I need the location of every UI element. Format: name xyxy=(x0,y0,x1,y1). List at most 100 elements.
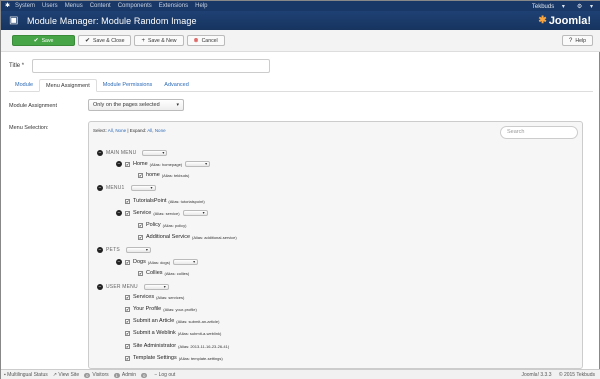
group-actions-dropdown[interactable] xyxy=(143,284,169,290)
checkbox[interactable]: ✔ xyxy=(125,343,130,349)
cube-icon: ▣ xyxy=(9,14,19,26)
title-row: Title * xyxy=(9,59,271,73)
checkbox[interactable]: ✔ xyxy=(125,355,130,361)
view-site-link[interactable]: ↗ View Site xyxy=(53,372,79,378)
tree-item-services: ✔ Services (Alias: services) xyxy=(125,294,185,300)
save-new-button[interactable]: + Save & New xyxy=(134,35,184,46)
menu-users[interactable]: Users xyxy=(42,3,58,9)
tab-module-permissions[interactable]: Module Permissions xyxy=(97,79,159,92)
menu-selection-label: Menu Selection: xyxy=(9,125,49,131)
toolbar: ✔ Save ✔ Save & Close + Save & New ⊗ Cancel … xyxy=(1,30,600,52)
status-right: Joomla! 3.3.3 © 2015 Tekbuds xyxy=(515,372,595,378)
tree-item-home: − ✔ Home (Alias: homepage) xyxy=(116,161,211,167)
cancel-button[interactable]: ⊗ Cancel xyxy=(186,35,225,46)
collapse-icon[interactable]: − xyxy=(97,284,103,290)
module-assignment-select[interactable]: Only on the pages selected ▾ xyxy=(88,99,184,111)
page-header: ▣ Module Manager: Module Random Image ✱ J… xyxy=(1,11,600,30)
chevron-down-icon: ▾ xyxy=(561,3,565,10)
tree-item-your-profile: ✔ Your Profile (Alias: your-profile) xyxy=(125,306,197,312)
menu-menus[interactable]: Menus xyxy=(65,3,83,9)
group-actions-dropdown[interactable] xyxy=(142,150,168,156)
select-expand-bar: Select: All, None | Expand: All, None xyxy=(93,128,166,133)
plus-icon: + xyxy=(141,37,145,44)
check-icon: ✔ xyxy=(33,38,39,44)
top-menu-bar: ✱ System Users Menus Content Components … xyxy=(1,1,600,11)
save-close-button[interactable]: ✔ Save & Close xyxy=(78,35,132,46)
checkbox[interactable]: ✔ xyxy=(138,234,143,240)
chevron-down-icon: ▾ xyxy=(589,3,593,10)
cancel-icon: ⊗ xyxy=(193,38,199,44)
admin-status: 1 Admin xyxy=(113,372,137,378)
messages-status[interactable]: 0 xyxy=(141,372,149,378)
joomla-logo-icon: ✱ xyxy=(538,15,547,26)
checkbox[interactable]: ✔ xyxy=(138,270,143,276)
item-actions-dropdown[interactable] xyxy=(173,259,199,265)
checkbox[interactable]: ✔ xyxy=(125,294,130,300)
chevron-down-icon: ▾ xyxy=(176,102,179,108)
page-title: Module Manager: Module Random Image xyxy=(27,15,197,26)
checkbox[interactable]: ✔ xyxy=(125,306,130,312)
collapse-icon[interactable]: − xyxy=(116,210,122,216)
tree-item-template-settings: ✔ Template Settings (Alias: template-set… xyxy=(125,355,223,361)
admin-badge: 1 xyxy=(113,372,120,378)
item-actions-dropdown[interactable] xyxy=(182,210,208,216)
checkbox[interactable]: ✔ xyxy=(125,161,130,167)
checkbox[interactable]: ✔ xyxy=(138,222,143,228)
expand-all-link[interactable]: All xyxy=(147,128,152,133)
search-input[interactable]: Search xyxy=(500,126,578,139)
title-input[interactable] xyxy=(32,59,271,73)
save-button[interactable]: ✔ Save xyxy=(12,35,75,46)
tree-item-home2: ✔ home (Alias: tekbuds) xyxy=(138,172,190,178)
tab-advanced[interactable]: Advanced xyxy=(158,79,194,92)
select-all-link[interactable]: All xyxy=(108,128,113,133)
checkbox[interactable]: ✔ xyxy=(125,210,130,216)
tab-module[interactable]: Module xyxy=(9,79,39,92)
joomla-icon[interactable]: ✱ xyxy=(4,3,11,10)
menu-selection-panel: Select: All, None | Expand: All, None Se… xyxy=(88,121,583,369)
status-bar: ▪ Multilingual Status ↗ View Site 0 Visit… xyxy=(1,369,600,379)
group-actions-dropdown[interactable] xyxy=(125,247,151,253)
messages-badge: 0 xyxy=(141,372,148,378)
tree-item-service: − ✔ Service (Alias: service) xyxy=(116,210,208,216)
checkbox[interactable]: ✔ xyxy=(125,198,130,204)
group-actions-dropdown[interactable] xyxy=(130,185,156,191)
tree-item-site-administrator: ✔ Site Administrator (Alias: 2013-11-16-… xyxy=(125,343,230,349)
title-label: Title * xyxy=(9,63,25,69)
checkbox[interactable]: ✔ xyxy=(125,330,130,336)
checkbox[interactable]: ✔ xyxy=(138,172,143,178)
checkbox[interactable]: ✔ xyxy=(125,259,130,265)
question-icon: ? xyxy=(568,37,573,44)
item-actions-dropdown[interactable] xyxy=(185,161,211,167)
module-assignment-label: Module Assignment xyxy=(9,103,57,109)
menu-system[interactable]: System xyxy=(15,3,35,9)
menu-content[interactable]: Content xyxy=(90,3,111,9)
tree-group-main-menu: − MAIN MENU xyxy=(97,150,168,156)
select-none-link[interactable]: None xyxy=(115,128,126,133)
tab-menu-assignment[interactable]: Menu Assignment xyxy=(39,79,97,92)
user-menu[interactable]: Tekbuds ▾ xyxy=(526,3,565,10)
checkbox[interactable]: ✔ xyxy=(125,318,130,324)
menu-components[interactable]: Components xyxy=(118,3,152,9)
menu-help[interactable]: Help xyxy=(195,3,207,9)
settings-menu[interactable]: ⚙ ▾ xyxy=(571,3,593,10)
version-text: Joomla! 3.3.3 xyxy=(521,372,552,378)
collapse-icon[interactable]: − xyxy=(97,150,103,156)
tree-group-menu1: − MENU1 xyxy=(97,185,156,191)
tree-item-additional-service: ✔ Additional Service (Alias: additional-… xyxy=(138,234,237,240)
tree-group-user-menu: − USER MENU xyxy=(97,284,169,290)
collapse-icon[interactable]: − xyxy=(116,161,122,167)
collapse-icon[interactable]: − xyxy=(97,247,103,253)
multilingual-status-link[interactable]: ▪ Multilingual Status xyxy=(4,372,48,378)
visitors-status: 0 Visitors xyxy=(84,372,109,378)
collapse-icon[interactable]: − xyxy=(97,185,103,191)
visitors-badge: 0 xyxy=(84,372,91,378)
expand-none-link[interactable]: None xyxy=(155,128,166,133)
tree-item-tutorialspoint: ✔ TutorialsPoint (Alias: tutorialspoint) xyxy=(125,198,205,204)
help-button[interactable]: ? Help xyxy=(561,35,593,46)
menu-extensions[interactable]: Extensions xyxy=(159,3,188,9)
joomla-logo: ✱ Joomla! xyxy=(538,14,591,27)
gear-icon: ⚙ xyxy=(576,3,583,10)
logout-link[interactable]: − Log out xyxy=(154,372,175,378)
collapse-icon[interactable]: − xyxy=(116,259,122,265)
tree-group-pets: − PETS xyxy=(97,247,151,253)
